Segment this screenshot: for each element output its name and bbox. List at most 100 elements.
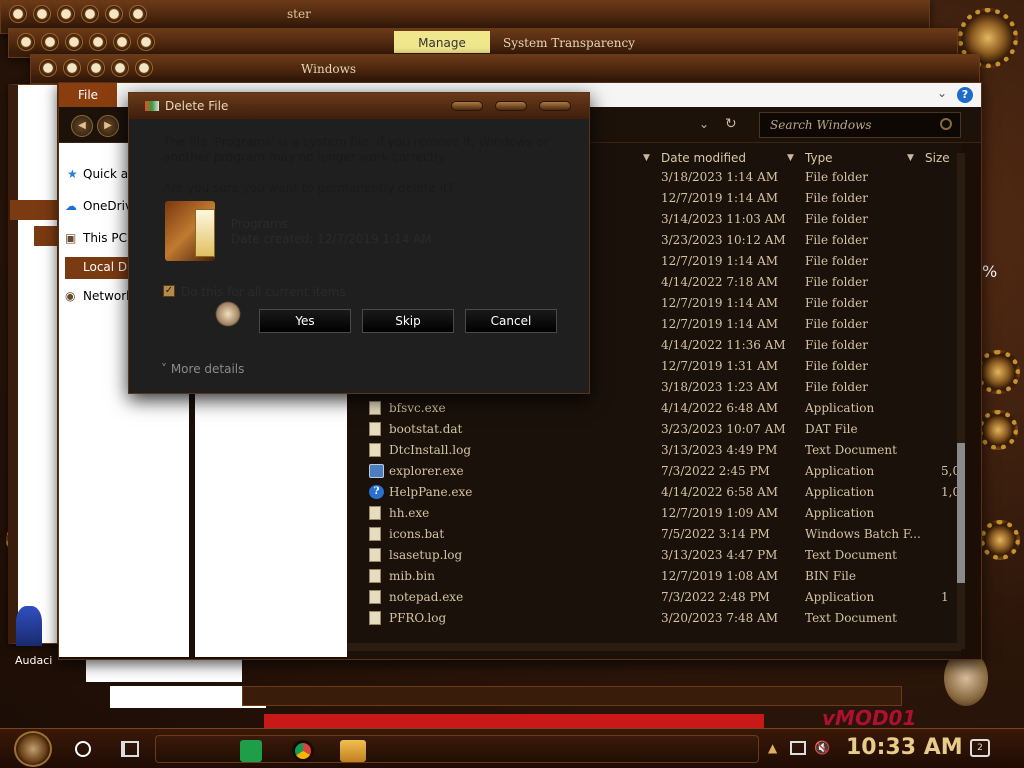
- type-cell: File folder: [805, 254, 868, 268]
- file-name-cell: bootstat.dat: [389, 422, 463, 436]
- start-button[interactable]: [14, 731, 52, 767]
- file-name: Programs: [231, 217, 288, 231]
- vertical-scrollbar[interactable]: [957, 153, 965, 649]
- file-icon: [369, 422, 381, 436]
- type-cell: Application: [805, 506, 875, 520]
- apply-all-checkbox[interactable]: ✓: [163, 285, 175, 297]
- scrollbar-thumb[interactable]: [957, 443, 965, 583]
- graffiti-decoration: vMOD01: [822, 706, 917, 730]
- horizontal-scrollbar[interactable]: [347, 643, 961, 651]
- minimize-button[interactable]: [451, 101, 483, 111]
- computer-icon: ▣: [65, 231, 77, 245]
- date-cell: 12/7/2019 1:14 AM: [661, 254, 779, 268]
- date-cell: 12/7/2019 1:14 AM: [661, 317, 779, 331]
- cancel-button[interactable]: Cancel: [465, 309, 557, 333]
- gear-decoration: [976, 350, 1020, 394]
- delete-file-dialog[interactable]: Delete File The file 'Programs' is a sys…: [128, 92, 590, 394]
- table-row[interactable]: ? HelpPane.exe 4/14/2022 6:58 AM Applicatio…: [347, 482, 960, 503]
- file-name-cell: HelpPane.exe: [389, 485, 473, 499]
- date-cell: 3/14/2023 11:03 AM: [661, 212, 786, 226]
- file-icon: [369, 590, 381, 604]
- search-input[interactable]: Search Windows: [759, 112, 961, 138]
- file-name-cell: DtcInstall.log: [389, 443, 472, 457]
- column-size[interactable]: Size: [925, 151, 950, 165]
- clock-icon: [39, 59, 57, 77]
- type-cell: Application: [805, 485, 875, 499]
- window-titlebar: Windows: [31, 55, 979, 79]
- type-cell: File folder: [805, 170, 868, 184]
- file-icon: [369, 548, 381, 562]
- type-cell: File folder: [805, 359, 868, 373]
- clock-icon: [57, 5, 75, 23]
- sort-arrow-icon: ▼: [787, 153, 794, 163]
- maximize-button[interactable]: [495, 101, 527, 111]
- date-cell: 4/14/2022 6:58 AM: [661, 485, 779, 499]
- file-name-cell: lsasetup.log: [389, 548, 463, 562]
- clock-icon: [65, 33, 83, 51]
- chrome-icon[interactable]: [292, 740, 314, 762]
- type-cell: File folder: [805, 296, 868, 310]
- audacity-label[interactable]: Audaci: [15, 654, 52, 667]
- bg-button: [34, 226, 58, 246]
- table-row[interactable]: bootstat.dat 3/23/2023 10:07 AM DAT File: [347, 419, 957, 440]
- bg-button: [10, 200, 58, 220]
- clock-icon: [129, 5, 147, 23]
- column-date-modified[interactable]: Date modified: [661, 151, 746, 165]
- skip-button[interactable]: Skip: [362, 309, 454, 333]
- cortana-icon[interactable]: [75, 741, 91, 757]
- chevron-up-icon[interactable]: ▲: [768, 741, 777, 755]
- file-name-cell: bfsvc.exe: [389, 401, 446, 415]
- audacity-icon[interactable]: [16, 606, 42, 646]
- table-row[interactable]: lsasetup.log 3/13/2023 4:47 PM Text Docume…: [347, 545, 957, 566]
- table-row[interactable]: explorer.exe 7/3/2022 2:45 PM Application 5…: [347, 461, 960, 482]
- table-row[interactable]: notepad.exe 7/3/2022 2:48 PM Application 1: [347, 587, 957, 608]
- network-status-icon[interactable]: [790, 741, 806, 755]
- table-row[interactable]: mib.bin 12/7/2019 1:08 AM BIN File: [347, 566, 957, 587]
- gear-decoration: [978, 410, 1018, 450]
- table-row[interactable]: icons.bat 7/5/2022 3:14 PM Windows Batch F…: [347, 524, 957, 545]
- volume-muted-icon[interactable]: 🔇: [814, 741, 830, 756]
- date-cell: 12/7/2019 1:14 AM: [661, 296, 779, 310]
- address-dropdown-icon[interactable]: ⌄: [699, 117, 709, 131]
- close-button[interactable]: [539, 101, 571, 111]
- yes-button[interactable]: Yes: [259, 309, 351, 333]
- column-type[interactable]: Type: [805, 151, 833, 165]
- table-row[interactable]: DtcInstall.log 3/13/2023 4:49 PM Text Docu…: [347, 440, 957, 461]
- taskbar-clock[interactable]: 10:33 AM: [846, 735, 963, 760]
- date-cell: 3/18/2023 1:23 AM: [661, 380, 779, 394]
- type-cell: File folder: [805, 212, 868, 226]
- file-tab[interactable]: File: [59, 83, 117, 107]
- background-window[interactable]: Windows: [30, 54, 980, 84]
- dialog-titlebar[interactable]: Delete File: [129, 93, 589, 119]
- file-icon: [369, 506, 381, 520]
- table-row[interactable]: bfsvc.exe 4/14/2022 6:48 AM Application: [347, 398, 957, 419]
- nav-item-network[interactable]: ◉ Network: [65, 289, 133, 303]
- clock-icon: [33, 5, 51, 23]
- tab-manage[interactable]: Manage: [394, 31, 490, 53]
- clock-icon: [89, 33, 107, 51]
- search-icon[interactable]: [940, 118, 952, 130]
- refresh-icon[interactable]: ↻: [725, 116, 737, 132]
- nav-item-this-pc[interactable]: ▣ This PC: [65, 231, 127, 245]
- notification-center-icon[interactable]: 2: [970, 739, 990, 757]
- forward-button[interactable]: ▶: [97, 115, 119, 137]
- file-explorer-icon[interactable]: [340, 740, 366, 762]
- sheets-app-icon[interactable]: [240, 740, 262, 762]
- task-view-icon[interactable]: [121, 741, 139, 757]
- date-cell: 3/18/2023 1:14 AM: [661, 170, 779, 184]
- file-icon: [369, 401, 381, 415]
- more-details-link[interactable]: ˅ More details: [161, 362, 244, 376]
- back-button[interactable]: ◀: [71, 115, 93, 137]
- table-row[interactable]: hh.exe 12/7/2019 1:09 AM Application: [347, 503, 957, 524]
- date-cell: 4/14/2022 11:36 AM: [661, 338, 786, 352]
- taskbar: ▲ 🔇 10:33 AM 2: [0, 728, 1024, 768]
- help-icon[interactable]: ?: [957, 87, 973, 103]
- date-cell: 12/7/2019 1:31 AM: [661, 359, 779, 373]
- type-cell: Application: [805, 590, 875, 604]
- chevron-down-icon[interactable]: ⌄: [937, 86, 947, 100]
- apply-all-label[interactable]: Do this for all current items: [181, 285, 346, 299]
- system-transparency-label[interactable]: System Transparency: [503, 36, 635, 50]
- window-title: Windows: [301, 62, 357, 76]
- date-cell: 3/13/2023 4:49 PM: [661, 443, 778, 457]
- table-row[interactable]: PFRO.log 3/20/2023 7:48 AM Text Document: [347, 608, 957, 629]
